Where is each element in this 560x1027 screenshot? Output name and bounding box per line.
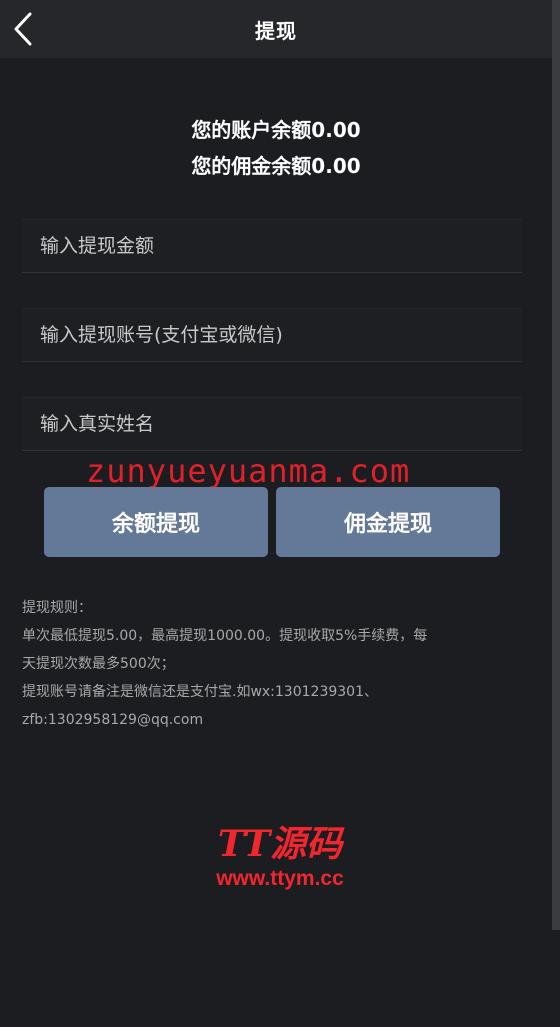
watermark-text: zunyueyuanma.com: [86, 452, 411, 490]
rules-line: 提现账号请备注是微信还是支付宝.如wx:1301239301、: [22, 684, 378, 700]
chevron-left-icon: [14, 12, 32, 46]
name-field: [22, 397, 522, 451]
account-field: [22, 308, 522, 362]
page-title: 提现: [255, 18, 297, 43]
commission-withdraw-button[interactable]: 佣金提现: [276, 487, 500, 557]
rules-line: 天提现次数最多500次；: [22, 656, 175, 672]
withdraw-rules: 提现规则： 单次最低提现5.00，最高提现1000.00。提现收取5%手续费，每…: [22, 594, 528, 734]
watermark-logo: TT源码 www.ttym.cc: [200, 822, 360, 892]
commission-balance: 您的佣金余额0.00: [191, 154, 361, 178]
rules-line: 单次最低提现5.00，最高提现1000.00。提现收取5%手续费，每: [22, 628, 428, 644]
amount-input[interactable]: [22, 234, 522, 258]
account-balance: 您的账户余额0.00: [191, 118, 361, 142]
top-nav-bar: 提现: [0, 0, 552, 58]
logo-url-text: www.ttym.cc: [216, 867, 344, 890]
account-input[interactable]: [22, 323, 522, 347]
rules-heading: 提现规则：: [22, 600, 92, 616]
balance-summary: 您的账户余额0.00 您的佣金余额0.00: [0, 112, 552, 184]
logo-main-text: TT源码: [217, 823, 343, 865]
amount-field: [22, 219, 522, 273]
scrollbar[interactable]: [552, 0, 560, 930]
real-name-input[interactable]: [22, 412, 522, 436]
rules-line: zfb:1302958129@qq.com: [22, 712, 204, 728]
back-button[interactable]: [8, 10, 38, 48]
balance-withdraw-button[interactable]: 余额提现: [44, 487, 268, 557]
